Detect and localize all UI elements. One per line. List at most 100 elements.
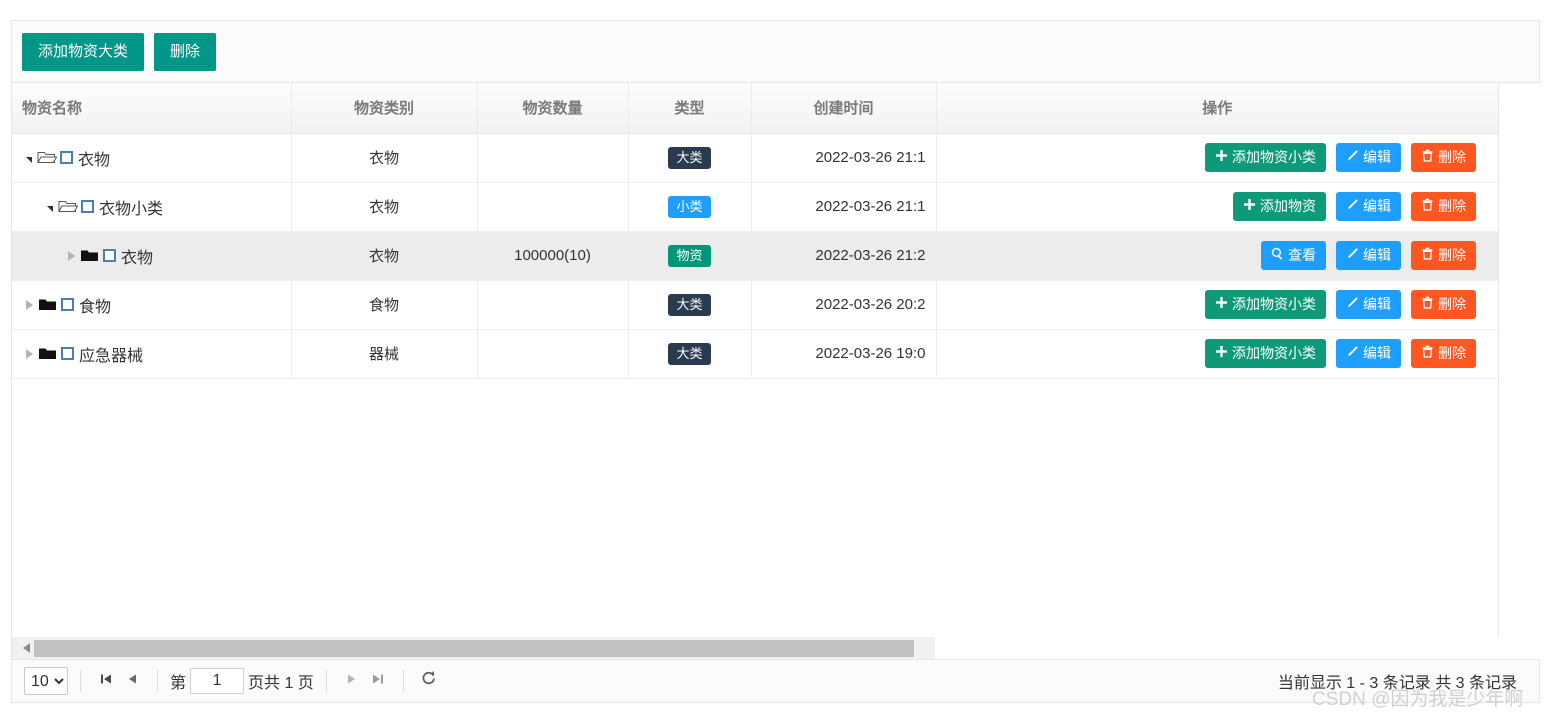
del-action-button[interactable]: 删除 (1411, 143, 1476, 172)
tree-node-label: 衣物 (121, 249, 154, 267)
cell-created-time: 2022-03-26 21:1 (751, 133, 937, 183)
edit-action-label: 编辑 (1363, 296, 1391, 312)
del-action-button[interactable]: 删除 (1411, 241, 1476, 270)
first-page-icon[interactable] (93, 671, 119, 692)
row-checkbox[interactable] (103, 249, 116, 262)
search-icon (1271, 241, 1284, 270)
delete-button[interactable]: 删除 (154, 32, 217, 71)
row-checkbox[interactable] (61, 298, 74, 311)
add-material-category-button[interactable]: 添加物资大类 (22, 32, 145, 71)
edit-action-button[interactable]: 编辑 (1336, 192, 1401, 221)
column-header-type[interactable]: 类型 (628, 83, 752, 134)
table-row[interactable]: 衣物小类 衣物 小类 2022-03-26 21:1 添加物资 编辑 删除 (12, 182, 1498, 232)
edit-action-button[interactable]: 编辑 (1336, 290, 1401, 319)
row-checkbox[interactable] (81, 200, 94, 213)
cell-material-type: 大类 (628, 280, 752, 330)
type-badge: 小类 (668, 195, 711, 218)
scrollbar-thumb[interactable] (34, 639, 914, 657)
tree-collapsed-arrow-icon[interactable] (68, 250, 75, 261)
tree-node: 衣物 (26, 244, 153, 268)
edit-action-label: 编辑 (1363, 149, 1391, 165)
type-badge: 大类 (668, 342, 711, 365)
tree-node-label: 食物 (79, 298, 112, 316)
row-checkbox[interactable] (61, 347, 74, 360)
type-badge: 大类 (668, 146, 711, 169)
trash-icon (1421, 241, 1434, 270)
table-row[interactable]: 衣物 衣物 大类 2022-03-26 21:1 添加物资小类 编辑 删除 (12, 133, 1498, 183)
edit-action-label: 编辑 (1363, 198, 1391, 214)
next-page-icon[interactable] (339, 671, 365, 692)
cell-material-name: 衣物 (12, 133, 292, 183)
operation-buttons: 添加物资 编辑 删除 (947, 192, 1489, 221)
cell-created-time: 2022-03-26 19:0 (751, 329, 937, 379)
page-prefix-label: 第 (170, 675, 187, 692)
pager-divider-1 (80, 670, 81, 692)
pencil-icon (1346, 241, 1359, 270)
scroll-left-arrow-icon[interactable] (23, 643, 30, 653)
edit-action-button[interactable]: 编辑 (1336, 241, 1401, 270)
column-header-operations[interactable]: 操作 (936, 83, 1498, 134)
edit-action-label: 编辑 (1363, 345, 1391, 361)
page-size-select[interactable]: 10203050 (24, 667, 68, 695)
column-header-category[interactable]: 物资类别 (291, 83, 478, 134)
cell-created-time: 2022-03-26 21:2 (751, 231, 937, 281)
trash-icon (1421, 143, 1434, 172)
operation-buttons: 添加物资小类 编辑 删除 (947, 290, 1489, 319)
tree-node-label: 衣物小类 (99, 200, 164, 218)
operation-buttons: 添加物资小类 编辑 删除 (947, 339, 1489, 368)
tree-collapsed-arrow-icon[interactable] (26, 299, 33, 310)
tree-expanded-arrow-icon[interactable] (47, 205, 53, 212)
cell-material-name: 衣物小类 (12, 182, 292, 232)
cell-material-type: 大类 (628, 329, 752, 379)
add-action-button[interactable]: 添加物资 (1233, 192, 1326, 221)
cell-material-type: 物资 (628, 231, 752, 281)
cell-created-time: 2022-03-26 21:1 (751, 182, 937, 232)
table-row[interactable]: 食物 食物 大类 2022-03-26 20:2 添加物资小类 编辑 删除 (12, 280, 1498, 330)
row-checkbox[interactable] (60, 151, 73, 164)
cell-material-category: 器械 (291, 329, 478, 379)
page-suffix-label: 页共 1 页 (248, 675, 314, 692)
trash-icon (1421, 339, 1434, 368)
del-action-button[interactable]: 删除 (1411, 290, 1476, 319)
add-action-button[interactable]: 添加物资小类 (1205, 143, 1326, 172)
table-toolbar: 添加物资大类 删除 (11, 20, 1540, 83)
table-row[interactable]: 衣物 衣物 100000(10) 物资 2022-03-26 21:2 查看 编辑 删除 (12, 231, 1498, 281)
add-action-label: 添加物资小类 (1232, 149, 1316, 165)
closed-folder-icon (80, 248, 100, 263)
cell-material-type: 大类 (628, 133, 752, 183)
add-action-button[interactable]: 添加物资小类 (1205, 339, 1326, 368)
column-header-quantity[interactable]: 物资数量 (477, 83, 629, 134)
page-number-input[interactable] (190, 668, 245, 694)
type-badge: 大类 (668, 293, 711, 316)
del-action-button[interactable]: 删除 (1411, 339, 1476, 368)
column-header-name[interactable]: 物资名称 (12, 83, 292, 134)
pencil-icon (1346, 290, 1359, 319)
pager-divider-3 (325, 670, 327, 692)
tree-expanded-arrow-icon[interactable] (26, 156, 32, 163)
edit-action-button[interactable]: 编辑 (1336, 339, 1401, 368)
tree-node-label: 应急器械 (79, 347, 144, 365)
tree-collapsed-arrow-icon[interactable] (26, 348, 33, 359)
cell-material-name: 食物 (12, 280, 292, 330)
refresh-icon[interactable] (416, 670, 442, 692)
view-action-button[interactable]: 查看 (1261, 241, 1326, 270)
plus-icon (1215, 290, 1228, 319)
cell-operations: 添加物资 编辑 删除 (936, 182, 1498, 232)
add-action-label: 添加物资小类 (1232, 296, 1316, 312)
plus-icon (1243, 192, 1256, 221)
table-row[interactable]: 应急器械 器械 大类 2022-03-26 19:0 添加物资小类 编辑 删除 (12, 329, 1498, 379)
cell-material-quantity: 100000(10) (477, 231, 629, 281)
edit-action-button[interactable]: 编辑 (1336, 143, 1401, 172)
cell-created-time: 2022-03-26 20:2 (751, 280, 937, 330)
tree-node-label: 衣物 (78, 151, 111, 169)
materials-management-page: 添加物资大类 删除 物资名称 物资类别 物资数量 类型 创建时间 操作 衣物 衣物… (0, 0, 1559, 715)
open-folder-icon (58, 199, 79, 214)
prev-page-icon[interactable] (119, 671, 145, 692)
column-header-created[interactable]: 创建时间 (751, 83, 937, 134)
open-folder-icon (37, 150, 58, 165)
horizontal-scrollbar[interactable] (11, 637, 935, 659)
table-head: 物资名称 物资类别 物资数量 类型 创建时间 操作 (12, 83, 1498, 134)
last-page-icon[interactable] (365, 671, 391, 692)
del-action-button[interactable]: 删除 (1411, 192, 1476, 221)
add-action-button[interactable]: 添加物资小类 (1205, 290, 1326, 319)
